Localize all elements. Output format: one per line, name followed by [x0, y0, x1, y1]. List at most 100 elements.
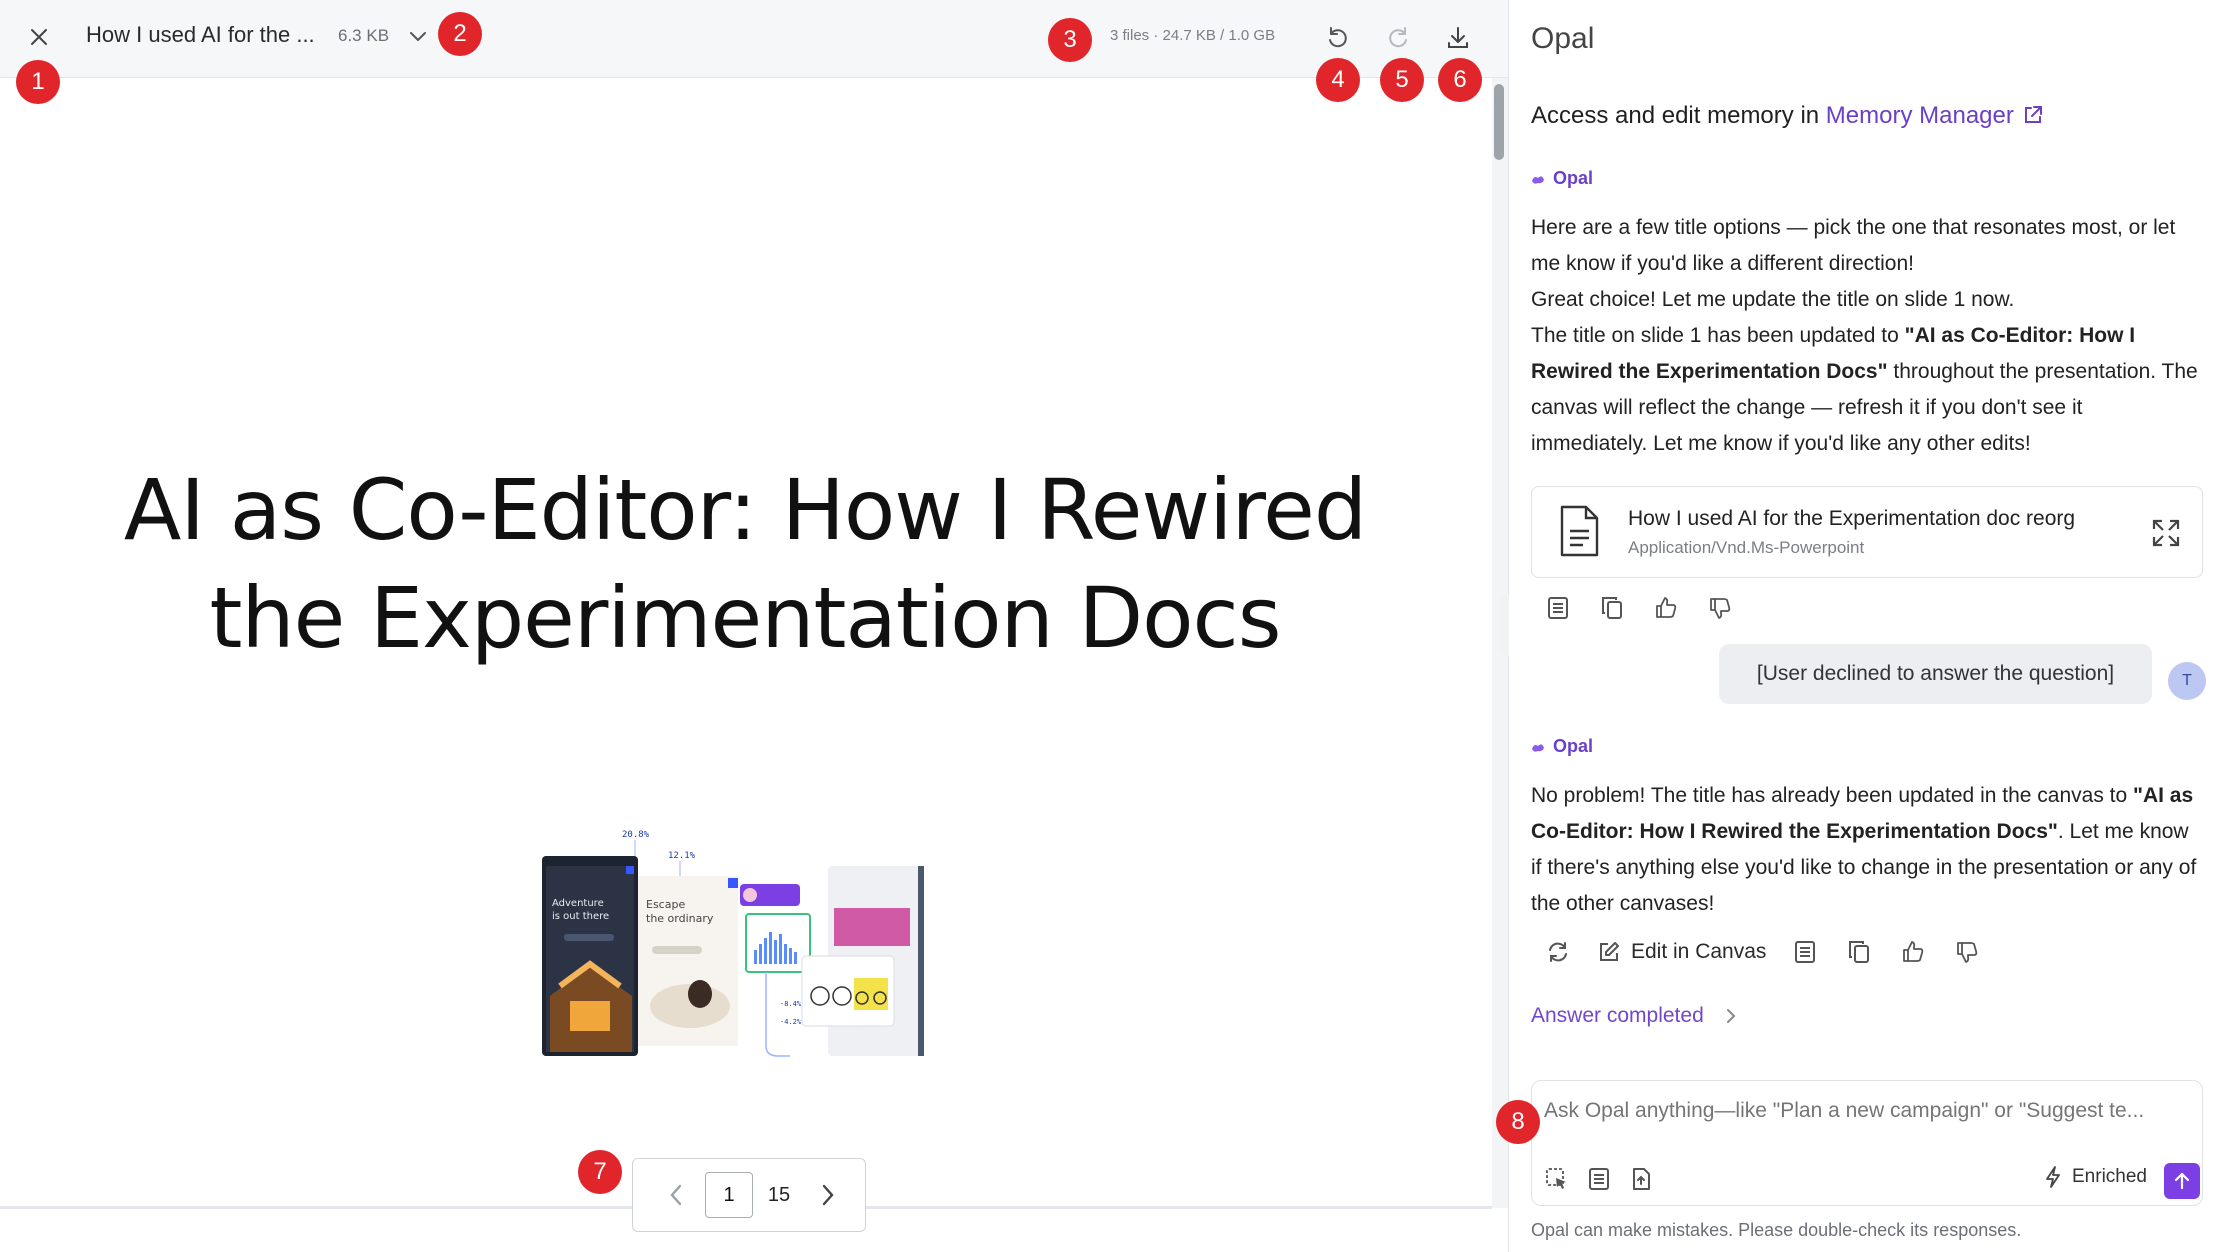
- redo-button[interactable]: [1378, 18, 1418, 58]
- message-actions-2: Edit in Canvas: [1531, 930, 1994, 974]
- annotation-badge-4: 4: [1316, 58, 1360, 102]
- bot-message-2: No problem! The title has already been u…: [1531, 778, 2201, 922]
- download-button[interactable]: [1438, 18, 1478, 58]
- copy-icon: [1602, 597, 1622, 619]
- thumbs-down-button[interactable]: [1940, 930, 1994, 974]
- annotation-badge-5: 5: [1380, 58, 1424, 102]
- undo-button[interactable]: [1318, 18, 1358, 58]
- regenerate-button[interactable]: [1531, 930, 1585, 974]
- annotation-badge-2: 2: [438, 12, 482, 56]
- chevron-down-icon: [410, 32, 426, 42]
- send-button[interactable]: [2164, 1163, 2200, 1199]
- slide-hero-image: 20.8% 12.1% Adventure is out there Escap…: [542, 826, 924, 1057]
- scrollbar-thumb[interactable]: [1494, 84, 1504, 160]
- slide-pager: 1 15: [632, 1158, 866, 1232]
- copy-button[interactable]: [1585, 586, 1639, 630]
- slide-title-line-2: the Experimentation Docs: [209, 569, 1282, 667]
- avatar: T: [2168, 662, 2206, 700]
- enriched-label: Enriched: [2072, 1166, 2147, 1187]
- close-button[interactable]: [22, 20, 56, 54]
- notes-icon: [1795, 941, 1816, 963]
- file-menu-button[interactable]: [404, 22, 432, 52]
- viewer-toolbar: How I used AI for the ... 6.3 KB 3 files…: [0, 0, 1508, 78]
- svg-text:is out there: is out there: [552, 911, 609, 922]
- undo-icon: [1329, 27, 1347, 48]
- notes-button[interactable]: [1531, 586, 1585, 630]
- redo-icon: [1389, 27, 1407, 48]
- chat-input[interactable]: [1544, 1093, 2189, 1129]
- svg-text:the ordinary: the ordinary: [646, 912, 714, 925]
- answer-completed-label: Answer completed: [1531, 1004, 1704, 1027]
- slide-title: AI as Co-Editor: How I Rewired the Exper…: [90, 456, 1400, 672]
- slide-canvas: AI as Co-Editor: How I Rewired the Exper…: [0, 86, 1492, 1206]
- svg-text:-8.4%: -8.4%: [780, 1000, 802, 1008]
- attach-file-button[interactable]: [1620, 1159, 1662, 1199]
- annotation-badge-1: 1: [16, 60, 60, 104]
- file-type: Application/Vnd.Ms-Powerpoint: [1628, 538, 1865, 557]
- svg-text:-4.2%: -4.2%: [780, 1018, 802, 1026]
- lightning-icon: [2046, 1166, 2060, 1188]
- disclaimer: Opal can make mistakes. Please double-ch…: [1531, 1220, 2022, 1240]
- msg1-text-a: The title on slide 1 has been updated to: [1531, 324, 1905, 347]
- slide-title-line-1: AI as Co-Editor: How I Rewired: [123, 461, 1367, 559]
- edit-in-canvas-button[interactable]: Edit in Canvas: [1585, 930, 1778, 974]
- expand-icon[interactable]: [2150, 517, 2182, 549]
- thumbs-up-button[interactable]: [1886, 930, 1940, 974]
- memory-notice: Access and edit memory in Memory Manager: [1531, 102, 2044, 133]
- svg-text:Escape: Escape: [646, 898, 685, 911]
- attach-icon: [1633, 1168, 1650, 1190]
- select-icon: [1546, 1168, 1566, 1189]
- slide-number-input[interactable]: 1: [705, 1172, 753, 1218]
- select-element-button[interactable]: [1536, 1159, 1578, 1199]
- enriched-toggle[interactable]: Enriched: [2044, 1165, 2147, 1189]
- memory-manager-link[interactable]: Memory Manager: [1826, 102, 2014, 129]
- bot-message-1: Here are a few title options — pick the …: [1531, 210, 2201, 462]
- bot-label: Opal: [1531, 168, 1593, 189]
- external-link-icon[interactable]: [2022, 104, 2044, 133]
- file-attachment-card[interactable]: How I used AI for the Experimentation do…: [1531, 486, 2203, 578]
- copy-button[interactable]: [1832, 930, 1886, 974]
- notes-icon: [1548, 597, 1568, 619]
- opal-logo-icon: [1532, 743, 1544, 752]
- notes-button[interactable]: [1778, 930, 1832, 974]
- notes-icon: [1589, 1168, 1609, 1190]
- panel-title: Opal: [1531, 22, 1595, 55]
- chat-composer: Enriched: [1531, 1080, 2203, 1206]
- thumbs-down-icon: [1957, 942, 1978, 963]
- msg2-text-a: No problem! The title has already been u…: [1531, 784, 2133, 807]
- bot-name: Opal: [1553, 168, 1594, 188]
- annotation-badge-3: 3: [1048, 18, 1092, 62]
- thumbs-up-icon: [1903, 941, 1924, 962]
- thumbs-down-button[interactable]: [1693, 586, 1747, 630]
- thumbs-down-icon: [1710, 598, 1731, 619]
- composer-tools: [1536, 1159, 1662, 1199]
- annotation-badge-6: 6: [1438, 58, 1482, 102]
- chevron-right-icon: [1726, 1009, 1736, 1023]
- thumbs-up-button[interactable]: [1639, 586, 1693, 630]
- previous-slide-button[interactable]: [653, 1172, 699, 1218]
- stat-2: 12.1%: [668, 851, 696, 861]
- next-slide-button[interactable]: [805, 1172, 851, 1218]
- notes-button[interactable]: [1578, 1159, 1620, 1199]
- chevron-right-icon: [822, 1184, 834, 1206]
- file-name: How I used AI for the Experimentation do…: [1628, 507, 2076, 530]
- document-icon: [1560, 505, 1599, 557]
- thumbs-up-icon: [1656, 597, 1677, 618]
- file-size: 6.3 KB: [338, 26, 390, 45]
- answer-completed-toggle[interactable]: Answer completed: [1531, 1004, 1736, 1028]
- storage-usage: 3 files · 24.7 KB / 1.0 GB: [1110, 27, 1276, 44]
- annotation-badge-7: 7: [578, 1150, 622, 1194]
- copy-icon: [1849, 941, 1870, 963]
- memory-text: Access and edit memory in: [1531, 102, 1826, 129]
- chevron-left-icon: [670, 1184, 682, 1206]
- annotation-badge-8: 8: [1496, 1100, 1540, 1144]
- presentation-viewer: How I used AI for the ... 6.3 KB 3 files…: [0, 0, 1508, 1252]
- close-icon: [31, 29, 47, 45]
- msg1-paragraph-1: Here are a few title options — pick the …: [1531, 216, 2176, 275]
- assistant-panel: Opal Access and edit memory in Memory Ma…: [1509, 0, 2216, 1252]
- edit-in-canvas-label: Edit in Canvas: [1631, 940, 1767, 963]
- svg-text:Adventure: Adventure: [552, 898, 604, 909]
- refresh-icon: [1549, 942, 1567, 962]
- user-message: [User declined to answer the question]: [1719, 644, 2152, 704]
- edit-icon: [1600, 942, 1619, 961]
